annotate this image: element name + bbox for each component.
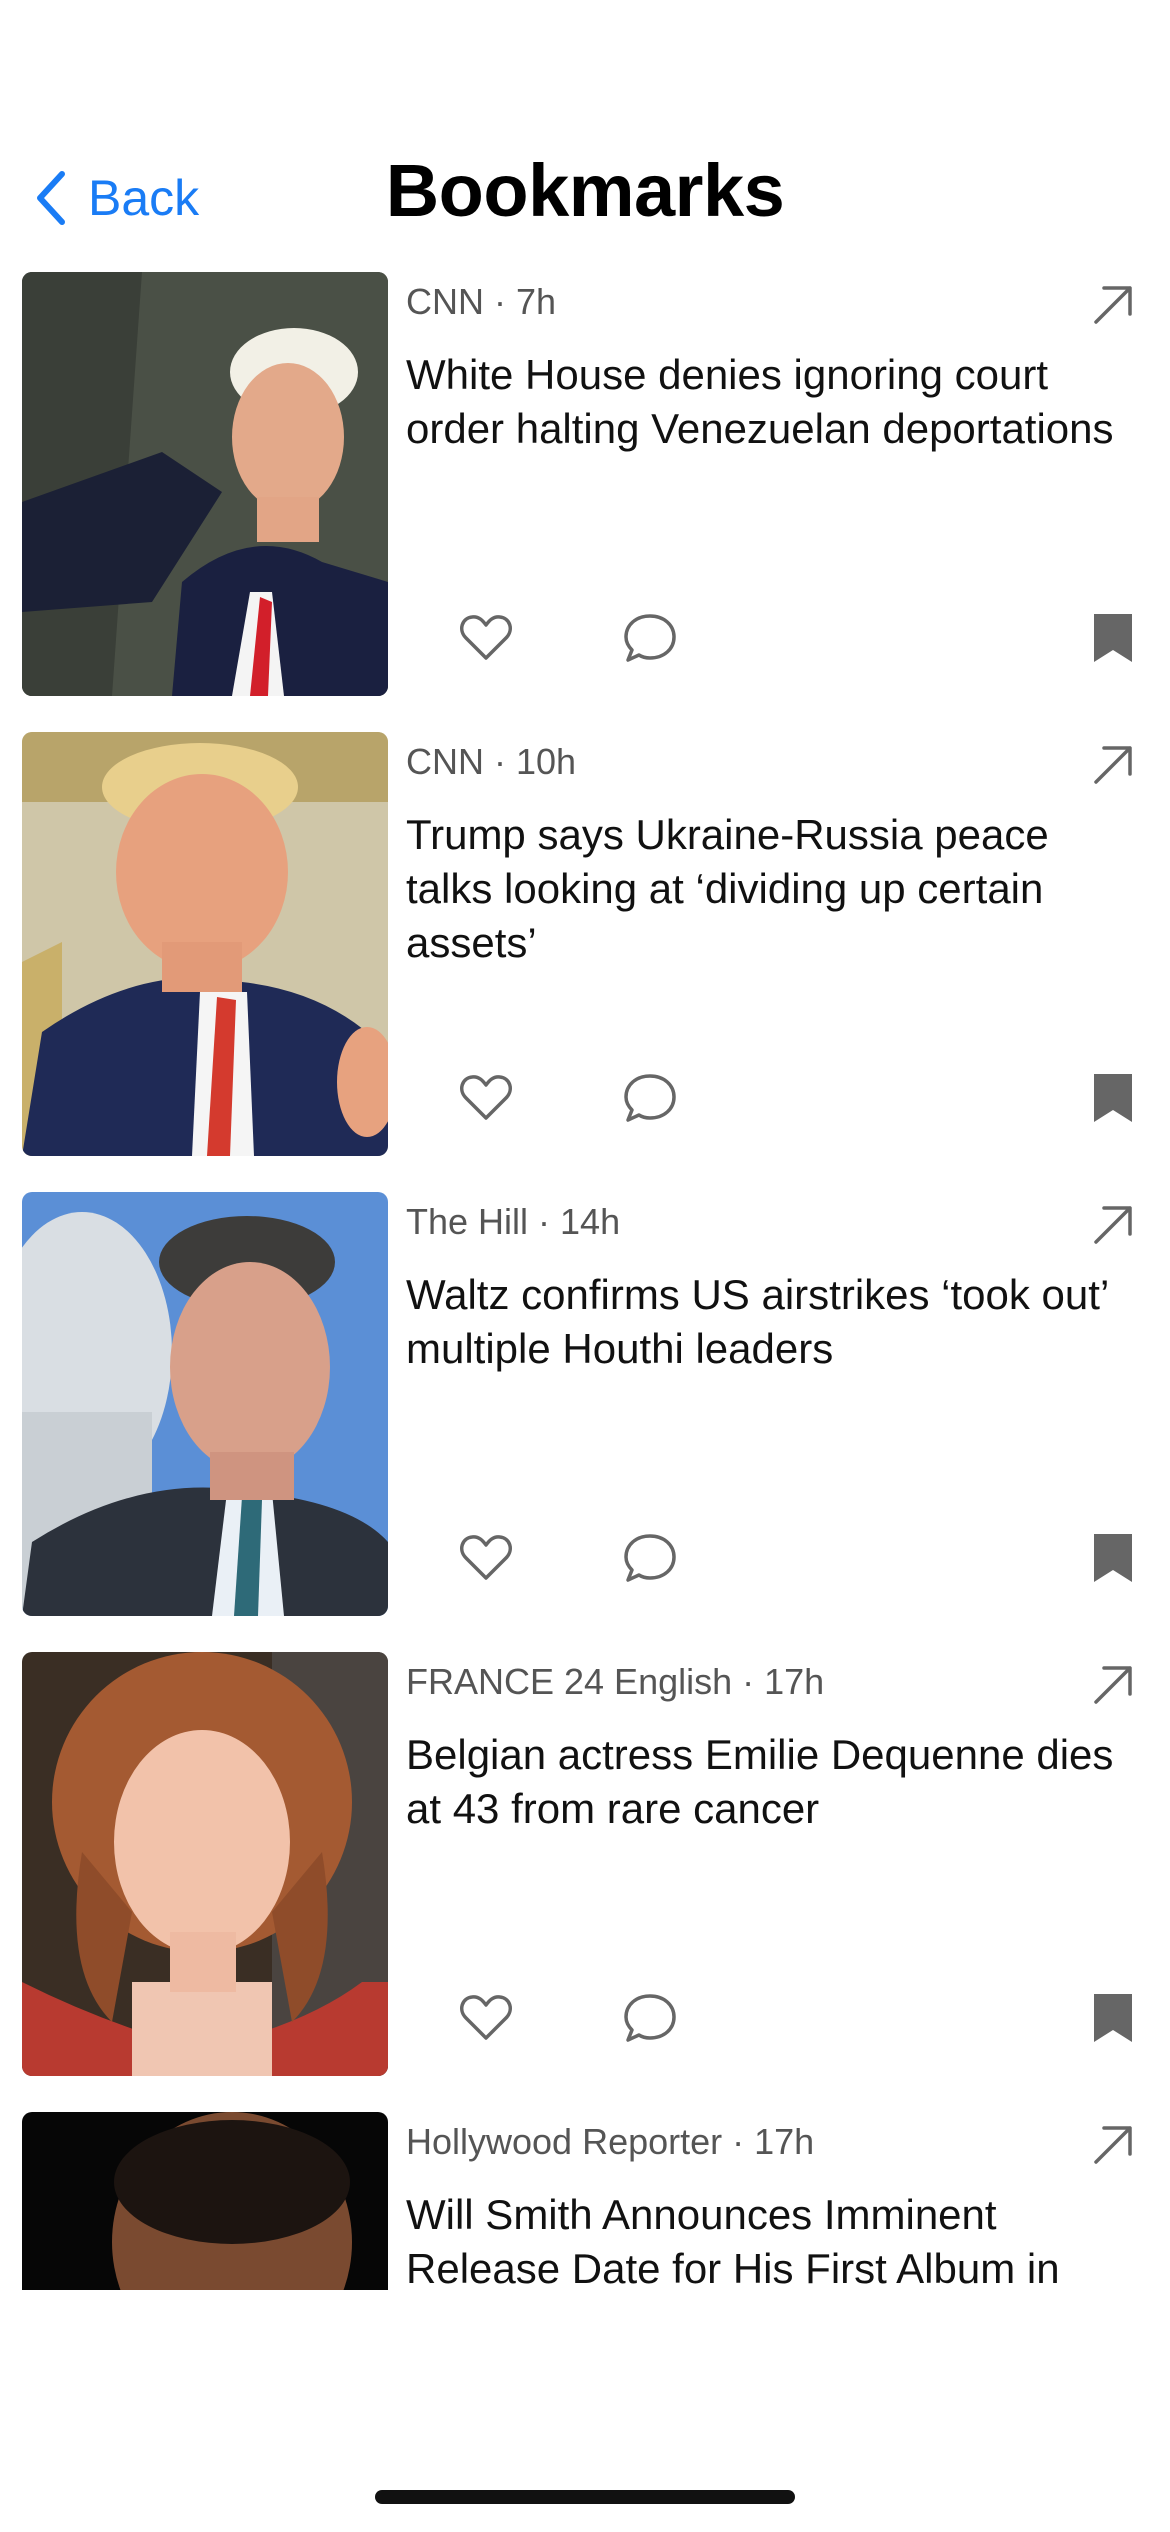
comment-bubble-icon[interactable] [620,1988,680,2048]
home-indicator[interactable] [375,2490,795,2504]
heart-icon[interactable] [456,1528,516,1588]
bookmark-filled-icon[interactable] [1088,608,1138,668]
bookmark-filled-icon[interactable] [1088,1068,1138,1128]
arrow-up-right-icon[interactable] [1090,2122,1136,2168]
list-item[interactable]: The Hill · 14h Waltz confirms US airstri… [0,1192,1170,1616]
list-item[interactable]: FRANCE 24 English · 17h Belgian actress … [0,1652,1170,2076]
arrow-up-right-icon[interactable] [1090,282,1136,328]
article-thumbnail[interactable] [22,2112,388,2290]
comment-bubble-icon[interactable] [620,1528,680,1588]
source-time: FRANCE 24 English · 17h [406,1661,825,1702]
bookmark-list: CNN · 7h White House denies ignoring cou… [0,272,1170,2290]
page-title: Bookmarks [385,149,785,232]
heart-icon[interactable] [456,1988,516,2048]
arrow-up-right-icon[interactable] [1090,1202,1136,1248]
navigation-bar: Back Bookmarks [0,0,1170,270]
source-time: The Hill · 14h [406,1201,621,1242]
heart-icon[interactable] [456,1068,516,1128]
bookmark-filled-icon[interactable] [1088,1988,1138,2048]
comment-bubble-icon[interactable] [620,1068,680,1128]
source-time: Hollywood Reporter · 17h [406,2121,815,2162]
headline[interactable]: Will Smith Announces Imminent Release Da… [406,2188,1146,2290]
headline[interactable]: White House denies ignoring court order … [406,348,1146,456]
headline[interactable]: Trump says Ukraine-Russia peace talks lo… [406,808,1146,970]
list-item[interactable]: Hollywood Reporter · 17h Will Smith Anno… [0,2112,1170,2290]
article-actions [0,1068,1170,1138]
comment-bubble-icon[interactable] [620,608,680,668]
heart-icon[interactable] [456,608,516,668]
headline[interactable]: Belgian actress Emilie Dequenne dies at … [406,1728,1146,1836]
headline[interactable]: Waltz confirms US airstrikes ‘took out’ … [406,1268,1146,1376]
article-actions [0,1988,1170,2058]
list-item[interactable]: CNN · 7h White House denies ignoring cou… [0,272,1170,696]
bookmark-filled-icon[interactable] [1088,1528,1138,1588]
arrow-up-right-icon[interactable] [1090,742,1136,788]
arrow-up-right-icon[interactable] [1090,1662,1136,1708]
source-time: CNN · 10h [406,741,577,782]
article-actions [0,608,1170,678]
article-actions [0,1528,1170,1598]
list-item[interactable]: CNN · 10h Trump says Ukraine-Russia peac… [0,732,1170,1156]
source-time: CNN · 7h [406,281,557,322]
